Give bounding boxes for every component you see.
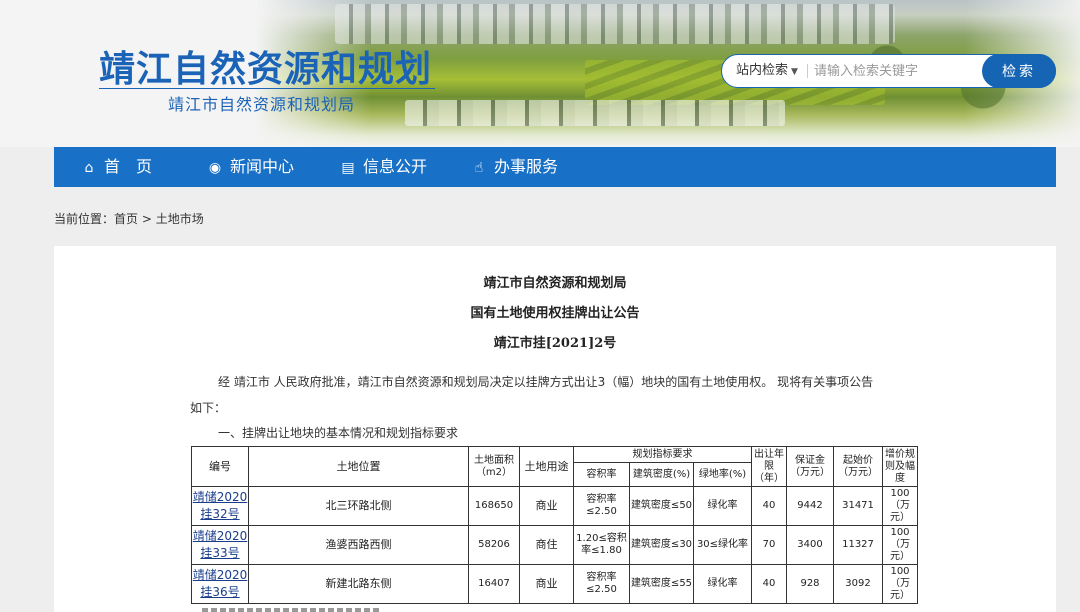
cell-location: 北三环路北侧 bbox=[248, 486, 469, 526]
cell-deposit: 3400 bbox=[786, 525, 834, 565]
nav-item-label: 信息公开 bbox=[363, 157, 428, 176]
header-increment: 增价规则及幅度 bbox=[882, 446, 918, 487]
cell-area: 168650 bbox=[468, 486, 520, 526]
header-density: 建筑密度(%) bbox=[629, 462, 694, 487]
cell-use: 商业 bbox=[519, 564, 574, 604]
breadcrumb-home-link[interactable]: 首页 bbox=[114, 212, 138, 226]
site-header: 靖江自然资源和规划 靖江市自然资源和规划局 站内检索▼ 检索 bbox=[0, 0, 1080, 147]
cell-term: 70 bbox=[751, 525, 787, 565]
header-far: 容积率 bbox=[573, 462, 630, 487]
site-logo-subtitle: 靖江市自然资源和规划局 bbox=[168, 95, 356, 114]
search-scope-label: 站内检索 bbox=[736, 63, 789, 78]
section-heading: 一、挂牌出让地块的基本情况和规划指标要求 bbox=[218, 426, 459, 440]
thumbs-up-icon: ☝ bbox=[474, 160, 484, 176]
header-use: 土地用途 bbox=[519, 446, 574, 487]
banner-village bbox=[335, 4, 895, 44]
nav-item-services[interactable]: ☝ 办事服务 bbox=[470, 147, 558, 187]
search-box: 站内检索▼ 检索 bbox=[721, 54, 1056, 88]
site-logo-title[interactable]: 靖江自然资源和规划 bbox=[99, 40, 432, 92]
cell-id: 靖储2020挂36号 bbox=[191, 564, 249, 604]
nav-item-home[interactable]: ⌂ 首 页 bbox=[80, 147, 152, 187]
banner-houses bbox=[405, 100, 785, 126]
notice-title: 国有土地使用权挂牌出让公告 bbox=[470, 306, 640, 321]
table-row: 靖储2020挂36号 新建北路东侧 16407 商业 容积率≤2.50 建筑密度… bbox=[191, 564, 918, 604]
notice-org: 靖江市自然资源和规划局 bbox=[483, 276, 627, 291]
breadcrumb: 当前位置：首页 > 土地市场 bbox=[54, 210, 204, 227]
cell-density: 建筑密度≤50 bbox=[629, 486, 694, 526]
header-id: 编号 bbox=[191, 446, 249, 487]
cell-deposit: 9442 bbox=[786, 486, 834, 526]
plot-link[interactable]: 靖储2020挂32号 bbox=[193, 490, 248, 521]
search-input[interactable] bbox=[814, 60, 974, 82]
plot-link[interactable]: 靖储2020挂33号 bbox=[193, 529, 248, 560]
cell-far: 容积率≤2.50 bbox=[573, 486, 630, 526]
chevron-down-icon: ▼ bbox=[791, 67, 798, 77]
cell-start-price: 11327 bbox=[833, 525, 883, 565]
cell-far: 容积率≤2.50 bbox=[573, 564, 630, 604]
header-deposit: 保证金（万元） bbox=[786, 446, 834, 487]
cell-deposit: 928 bbox=[786, 564, 834, 604]
nav-item-label: 办事服务 bbox=[494, 157, 559, 176]
cell-density: 建筑密度≤30 bbox=[629, 525, 694, 565]
table-row: 靖储2020挂32号 北三环路北侧 168650 商业 容积率≤2.50 建筑密… bbox=[191, 486, 918, 526]
search-button[interactable]: 检索 bbox=[982, 54, 1056, 88]
notice-intro-cont: 如下： bbox=[190, 401, 227, 415]
nav-item-label: 新闻中心 bbox=[230, 157, 295, 176]
notice-intro: 经 靖江市 人民政府批准，靖江市自然资源和规划局决定以挂牌方式出让3（幅）地块的… bbox=[218, 375, 874, 389]
cut-off-text bbox=[202, 608, 382, 612]
breadcrumb-prefix: 当前位置： bbox=[54, 212, 115, 226]
land-table: 编号 土地位置 土地面积（m2） 土地用途 规划指标要求 出让年限（年） 保证金… bbox=[191, 446, 918, 604]
cell-increment: 100（万元） bbox=[882, 525, 918, 565]
header-term: 出让年限（年） bbox=[751, 446, 787, 487]
cell-id: 靖储2020挂32号 bbox=[191, 486, 249, 526]
cell-id: 靖储2020挂33号 bbox=[191, 525, 249, 565]
table-row: 靖储2020挂33号 渔婆西路西侧 58206 商住 1.20≤容积率≤1.80… bbox=[191, 525, 918, 565]
cell-increment: 100（万元） bbox=[882, 564, 918, 604]
main-nav: ⌂ 首 页 ◉ 新闻中心 ▤ 信息公开 ☝ 办事服务 bbox=[54, 147, 1056, 187]
header-green: 绿地率(%) bbox=[693, 462, 752, 487]
header-planning: 规划指标要求 bbox=[573, 446, 752, 463]
notice-number: 靖江市挂[2021]2号 bbox=[493, 336, 617, 351]
cell-location: 新建北路东侧 bbox=[248, 564, 469, 604]
cell-increment: 100（万元） bbox=[882, 486, 918, 526]
nav-item-label: 首 页 bbox=[104, 157, 153, 176]
home-icon: ⌂ bbox=[84, 160, 94, 176]
cell-term: 40 bbox=[751, 564, 787, 604]
logo-divider bbox=[99, 88, 435, 89]
document-icon: ▤ bbox=[341, 160, 355, 176]
breadcrumb-current-link[interactable]: 土地市场 bbox=[156, 212, 204, 226]
cell-far: 1.20≤容积率≤1.80 bbox=[573, 525, 630, 565]
table-header-row: 编号 土地位置 土地面积（m2） 土地用途 规划指标要求 出让年限（年） 保证金… bbox=[191, 446, 918, 487]
breadcrumb-separator: > bbox=[141, 212, 152, 226]
cell-start-price: 3092 bbox=[833, 564, 883, 604]
cell-green: 绿化率 bbox=[693, 564, 752, 604]
plot-link[interactable]: 靖储2020挂36号 bbox=[193, 568, 248, 599]
header-location: 土地位置 bbox=[248, 446, 469, 487]
cell-use: 商业 bbox=[519, 486, 574, 526]
search-scope-select[interactable]: 站内检索 ▼ bbox=[736, 55, 798, 87]
header-area: 土地面积（m2） bbox=[468, 446, 520, 487]
cell-green: 绿化率 bbox=[693, 486, 752, 526]
cell-term: 40 bbox=[751, 486, 787, 526]
search-divider bbox=[807, 64, 808, 78]
globe-icon: ◉ bbox=[208, 160, 222, 176]
header-start-price: 起始价（万元） bbox=[833, 446, 883, 487]
cell-use: 商住 bbox=[519, 525, 574, 565]
article-panel: 靖江市自然资源和规划局 国有土地使用权挂牌出让公告 靖江市挂[2021]2号 经… bbox=[54, 246, 1056, 612]
cell-start-price: 31471 bbox=[833, 486, 883, 526]
cell-area: 16407 bbox=[468, 564, 520, 604]
cell-density: 建筑密度≤55 bbox=[629, 564, 694, 604]
cell-green: 30≤绿化率 bbox=[693, 525, 752, 565]
nav-item-news[interactable]: ◉ 新闻中心 bbox=[206, 147, 294, 187]
cell-area: 58206 bbox=[468, 525, 520, 565]
cell-location: 渔婆西路西侧 bbox=[248, 525, 469, 565]
nav-item-info[interactable]: ▤ 信息公开 bbox=[339, 147, 427, 187]
